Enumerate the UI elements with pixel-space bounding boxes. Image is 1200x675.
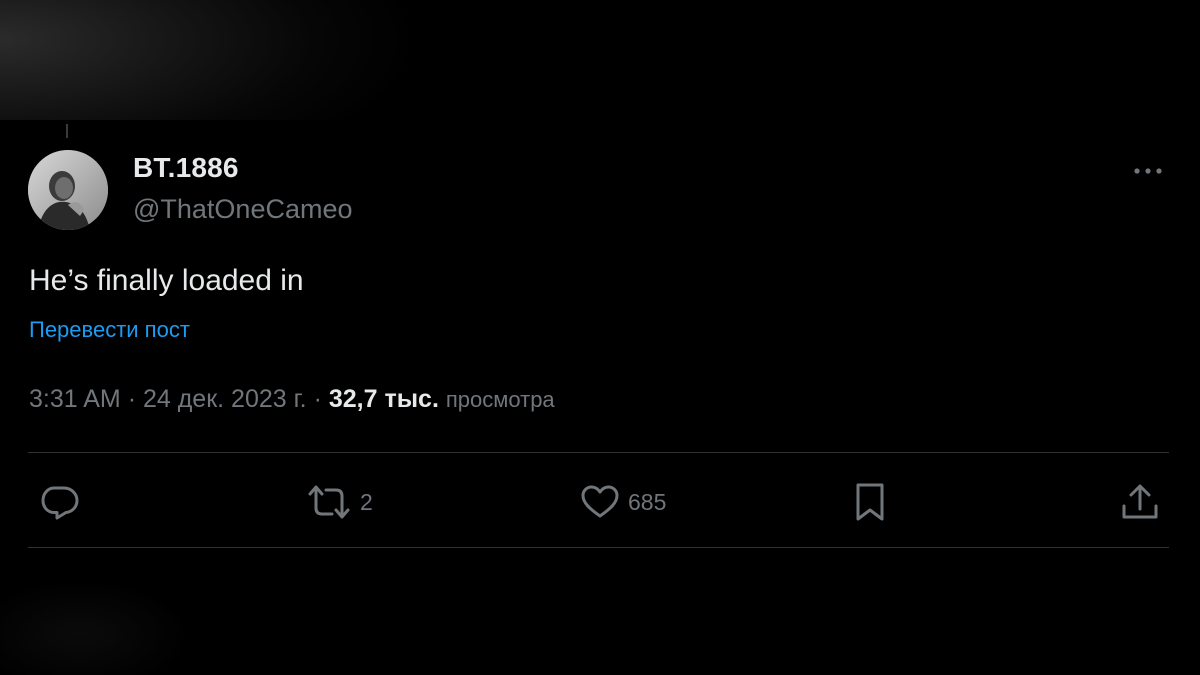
translate-post-link[interactable]: Перевести пост — [29, 317, 190, 343]
author-handle[interactable]: @ThatOneCameo — [133, 194, 353, 225]
meta-separator: · — [127, 385, 137, 413]
author-display-name[interactable]: BT.1886 — [133, 152, 239, 184]
like-count: 685 — [628, 488, 667, 515]
avatar-image — [28, 150, 108, 230]
background-glow — [0, 0, 1200, 120]
views-count[interactable]: 32,7 тыс. — [329, 385, 439, 413]
bottom-background — [0, 555, 1200, 675]
tweet-date[interactable]: 24 дек. 2023 г. — [143, 385, 307, 413]
tweet-actions-bar: 2 685 — [0, 472, 1200, 532]
share-upload-icon — [1122, 484, 1158, 519]
meta-separator: · — [313, 385, 322, 413]
divider-bottom — [28, 547, 1169, 548]
thread-connector-line — [66, 124, 68, 138]
tweet-time[interactable]: 3:31 AM — [29, 385, 121, 413]
tweet-page: BT.1886 @ThatOneCameo He’s finally loade… — [0, 0, 1200, 675]
divider-top — [28, 452, 1169, 453]
share-button[interactable] — [1120, 482, 1160, 522]
heart-icon — [581, 485, 619, 518]
more-horizontal-icon — [1134, 168, 1162, 174]
bookmark-icon — [856, 483, 884, 521]
bookmark-button[interactable] — [852, 482, 888, 522]
like-button[interactable]: 685 — [580, 482, 666, 522]
retweet-icon — [308, 485, 350, 519]
views-label: просмотра — [445, 387, 555, 412]
reply-button[interactable] — [40, 482, 88, 522]
avatar[interactable] — [28, 150, 108, 230]
tweet-text: He’s finally loaded in — [29, 264, 304, 297]
more-options-button[interactable] — [1128, 157, 1168, 185]
reply-bubble-icon — [41, 486, 79, 520]
tweet-meta: 3:31 AM · 24 дек. 2023 г. · 32,7 тыс. пр… — [29, 385, 555, 414]
retweet-button[interactable]: 2 — [306, 482, 373, 522]
retweet-count: 2 — [360, 488, 373, 515]
